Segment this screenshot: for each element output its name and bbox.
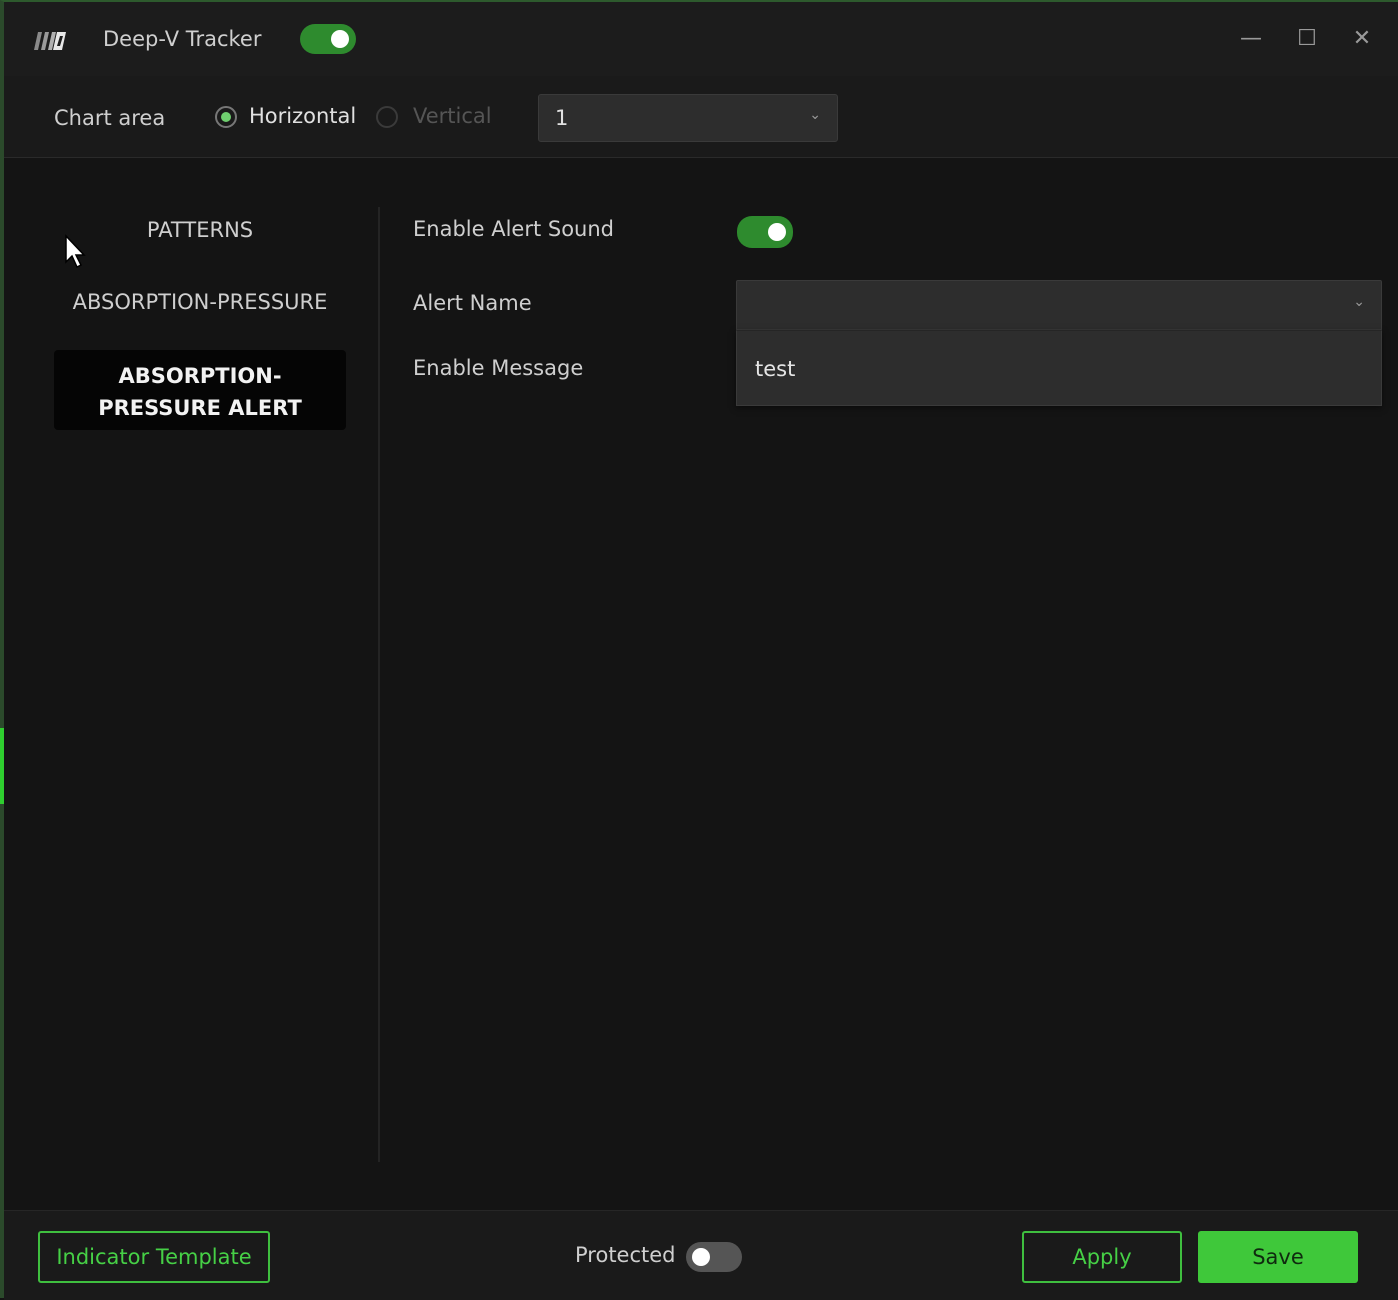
maximize-button[interactable]: ☐ — [1292, 24, 1322, 54]
chevron-down-icon: ⌄ — [809, 107, 821, 123]
close-button[interactable]: ✕ — [1347, 24, 1377, 54]
indicator-template-button[interactable]: Indicator Template — [38, 1231, 270, 1283]
settings-window: Deep-V Tracker — ☐ ✕ Chart area Horizont… — [0, 0, 1398, 1300]
nav-item-absorption-pressure-alert[interactable]: ABSORPTION- PRESSURE ALERT — [54, 350, 346, 430]
toggle-knob — [692, 1248, 710, 1266]
apply-button[interactable]: Apply — [1022, 1231, 1182, 1283]
enable-message-label: Enable Message — [413, 356, 584, 380]
vertical-radio-label[interactable]: Vertical — [413, 104, 492, 128]
chevron-down-icon: ⌄ — [1353, 294, 1365, 310]
chart-area-select-value: 1 — [555, 106, 569, 130]
toggle-knob — [768, 223, 786, 241]
minimize-button[interactable]: — — [1236, 24, 1266, 54]
chart-area-select[interactable]: 1 ⌄ — [538, 94, 838, 142]
alert-name-dropdown: test — [736, 330, 1382, 406]
alert-name-select[interactable]: ⌄ — [736, 280, 1382, 330]
nav-divider — [378, 207, 380, 1162]
dropdown-option-test[interactable]: test — [755, 357, 795, 381]
mouse-pointer-icon — [65, 234, 86, 269]
protected-label: Protected — [575, 1243, 676, 1267]
nav-item-patterns[interactable]: PATTERNS — [54, 218, 346, 242]
vertical-radio[interactable] — [376, 106, 398, 128]
enable-alert-sound-label: Enable Alert Sound — [413, 217, 614, 241]
protected-toggle[interactable] — [686, 1242, 742, 1272]
indicator-enabled-toggle[interactable] — [300, 24, 356, 54]
close-icon: ✕ — [1352, 26, 1372, 51]
chart-area-bar: Chart area Horizontal Vertical 1 ⌄ — [4, 76, 1398, 158]
save-button[interactable]: Save — [1198, 1231, 1358, 1283]
app-logo-icon — [34, 32, 66, 50]
chart-area-label: Chart area — [54, 106, 166, 130]
toggle-knob — [331, 30, 349, 48]
settings-nav: PATTERNS ABSORPTION-PRESSURE ABSORPTION-… — [4, 158, 380, 1162]
horizontal-radio-label[interactable]: Horizontal — [249, 104, 356, 128]
footer-bar: Indicator Template Protected Apply Save — [4, 1210, 1398, 1300]
horizontal-radio[interactable] — [215, 106, 237, 128]
title-bar: Deep-V Tracker — ☐ ✕ — [4, 2, 1398, 76]
minimize-icon: — — [1240, 26, 1262, 51]
enable-alert-sound-toggle[interactable] — [737, 216, 793, 248]
app-title: Deep-V Tracker — [103, 27, 262, 51]
alert-name-label: Alert Name — [413, 291, 532, 315]
nav-item-absorption-pressure[interactable]: ABSORPTION-PRESSURE — [54, 290, 346, 314]
maximize-icon: ☐ — [1297, 26, 1317, 51]
